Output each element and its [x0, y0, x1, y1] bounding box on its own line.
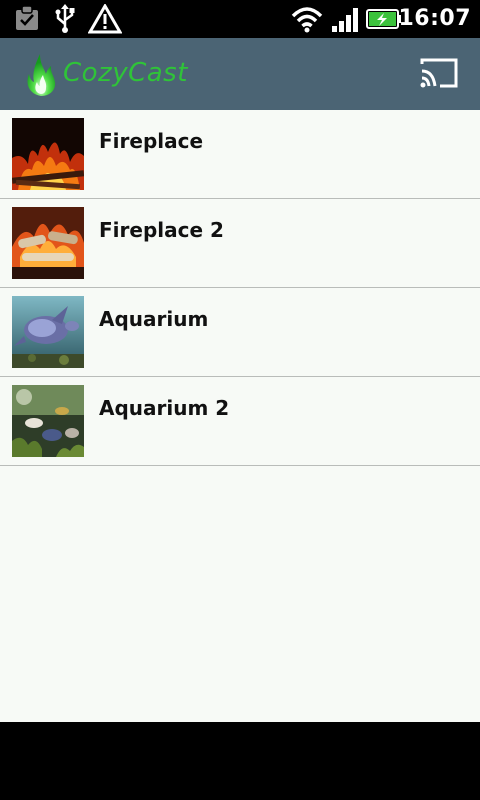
- signal-icon: [331, 4, 361, 38]
- item-title: Fireplace 2: [99, 218, 224, 242]
- status-time: 16:07: [398, 6, 471, 31]
- item-title: Fireplace: [99, 129, 204, 153]
- usb-icon: [52, 4, 78, 38]
- item-title: Aquarium 2: [99, 396, 230, 420]
- flame-logo-icon: [24, 52, 58, 98]
- bottom-black-area: [0, 722, 480, 800]
- app-title: CozyCast: [63, 58, 188, 88]
- status-bar: 16:07: [0, 0, 480, 38]
- thumbnail-aquarium-2: [12, 385, 84, 457]
- item-title: Aquarium: [99, 307, 209, 331]
- list-item-fireplace-2[interactable]: Fireplace 2: [0, 199, 480, 288]
- warning-icon: [87, 2, 123, 38]
- thumbnail-fireplace-2: [12, 207, 84, 279]
- list-item-aquarium-2[interactable]: Aquarium 2: [0, 377, 480, 466]
- action-bar: CozyCast: [0, 38, 480, 110]
- list-item-aquarium[interactable]: Aquarium: [0, 288, 480, 377]
- list-item-fireplace[interactable]: Fireplace: [0, 110, 480, 199]
- thumbnail-fireplace: [12, 118, 84, 190]
- cast-button[interactable]: [418, 56, 460, 92]
- thumbnail-aquarium: [12, 296, 84, 368]
- media-list: Fireplace Fireplace 2 Aquarium Aquarium …: [0, 110, 480, 722]
- cast-icon: [420, 58, 458, 88]
- wifi-icon: [290, 4, 324, 38]
- clipboard-check-icon: [14, 4, 40, 36]
- battery-charging-icon: [366, 4, 402, 38]
